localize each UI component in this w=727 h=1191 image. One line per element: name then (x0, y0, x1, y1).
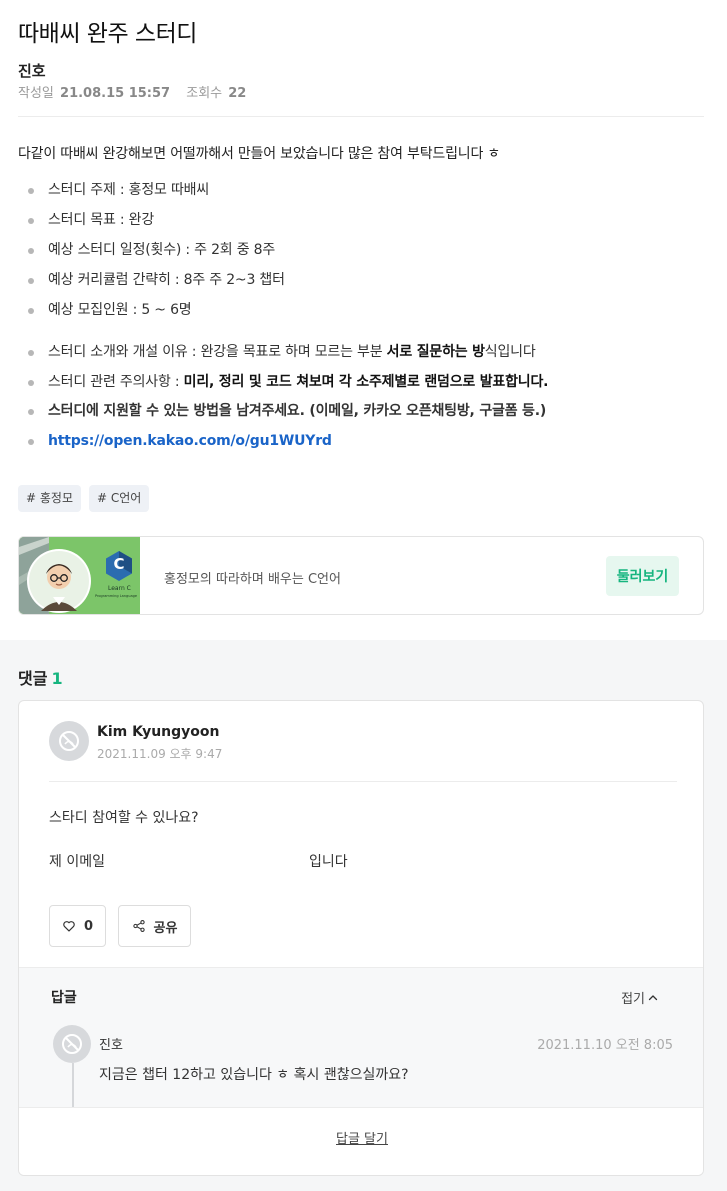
share-label: 공유 (153, 920, 178, 936)
course-thumb-logo: C (113, 555, 125, 573)
post-intro: 다같이 따배씨 완강해보면 어떨까해서 만들어 보았습니다 많은 참여 부탁드립… (18, 146, 501, 162)
commenter-avatar[interactable] (49, 721, 89, 761)
detail-curriculum: 예상 커리큘럼 간략히 : 8주 주 2~3 챕터 (28, 270, 285, 300)
fold-replies-button[interactable]: 접기 (621, 988, 659, 1007)
comments-header: 댓글 1 (18, 665, 63, 689)
reply-author[interactable]: 진호 (99, 1034, 123, 1053)
study-details-list: 스터디 주제 : 홍정모 따배씨 스터디 목표 : 완강 예상 스터디 일정(횟… (28, 180, 285, 330)
like-button[interactable]: 0 (49, 905, 106, 947)
kakao-openchat-link[interactable]: https://open.kakao.com/o/gu1WUYrd (48, 433, 332, 449)
tag-c-language[interactable]: # C언어 (89, 485, 150, 512)
reply-header: 답글 (51, 990, 77, 1006)
detail-topic: 스터디 주제 : 홍정모 따배씨 (28, 180, 285, 210)
views-value: 22 (228, 86, 247, 101)
course-title[interactable]: 홍정모의 따라하며 배우는 C언어 (164, 568, 341, 587)
notes-prefix: 스터디 관련 주의사항 : (48, 373, 184, 390)
study-extra-list: 스터디 소개와 개설 이유 : 완강을 목표로 하며 모르는 부분 서로 질문하… (28, 342, 548, 460)
default-avatar-icon (59, 731, 79, 751)
comment-card: Kim Kyungyoon 2021.11.09 오후 9:47 스타디 참여할… (18, 700, 704, 1176)
commenter-name[interactable]: Kim Kyungyoon (97, 724, 219, 740)
tag-hongjeongmo[interactable]: # 홍정모 (18, 485, 81, 512)
course-thumbnail-image (19, 537, 140, 614)
reason-suffix: 식입니다 (484, 344, 536, 360)
header-divider (18, 116, 704, 117)
detail-reason: 스터디 소개와 개설 이유 : 완강을 목표로 하며 모르는 부분 서로 질문하… (28, 342, 548, 372)
detail-goal: 스터디 목표 : 완강 (28, 210, 285, 240)
comment-text: 스타디 참여할 수 있나요? (49, 810, 199, 826)
reply-text: 지금은 챕터 12하고 있습니다 ㅎ 혹시 괜찮으실까요? (99, 1067, 409, 1083)
browse-course-button[interactable]: 둘러보기 (606, 556, 679, 596)
reply-avatar[interactable] (53, 1025, 91, 1063)
reply-thread-line (72, 1063, 74, 1108)
date-value: 21.08.15 15:57 (60, 86, 171, 101)
share-icon (132, 920, 145, 932)
detail-schedule: 예상 스터디 일정(횟수) : 주 2회 중 8주 (28, 240, 285, 270)
post-section: 따배씨 완주 스터디 진호 작성일 21.08.15 15:57 조회수 22 … (0, 0, 727, 640)
reply-footer: 답글 달기 (19, 1107, 703, 1175)
detail-members: 예상 모집인원 : 5 ~ 6명 (28, 300, 285, 330)
detail-link-item: https://open.kakao.com/o/gu1WUYrd (28, 431, 548, 461)
post-meta: 작성일 21.08.15 15:57 조회수 22 (18, 82, 246, 101)
comment-date: 2021.11.09 오후 9:47 (97, 747, 223, 761)
detail-notes: 스터디 관련 주의사항 : 미리, 정리 및 코드 쳐보며 각 소주제별로 랜덤… (28, 372, 548, 402)
share-button[interactable]: 공유 (118, 905, 191, 947)
write-reply-link[interactable]: 답글 달기 (19, 1128, 703, 1147)
default-avatar-icon (62, 1034, 82, 1054)
date-label: 작성일 (18, 86, 54, 101)
fold-label: 접기 (621, 992, 645, 1007)
post-author[interactable]: 진호 (18, 60, 46, 81)
comments-count: 1 (51, 669, 63, 688)
comments-label: 댓글 (18, 669, 48, 688)
reply-section: 답글 접기 진호 2021.11.10 오전 8:05 지금은 챕터 12하고 … (19, 967, 703, 1108)
views-label: 조회수 (186, 86, 223, 101)
notes-bold: 미리, 정리 및 코드 쳐보며 각 소주제별로 랜덤으로 발표합니다. (183, 373, 549, 390)
post-title: 따배씨 완주 스터디 (18, 21, 197, 47)
heart-icon (63, 921, 75, 932)
course-thumb-subtext: Programming Language (95, 594, 137, 598)
course-thumbnail: C Learn C Programming Language (19, 537, 140, 614)
comment-email-label: 제 이메일 (49, 854, 105, 870)
like-count: 0 (83, 918, 94, 934)
comment-divider (49, 781, 677, 782)
detail-apply: 스터디에 지원할 수 있는 방법을 남겨주세요. (이메일, 카카오 오픈채팅방… (28, 401, 548, 431)
reply-date: 2021.11.10 오전 8:05 (537, 1038, 673, 1053)
tag-list: # 홍정모 # C언어 (18, 485, 150, 512)
reason-bold: 서로 질문하는 방 (386, 344, 485, 360)
course-thumb-text: Learn C (108, 585, 131, 592)
comment-email-suffix: 입니다 (309, 854, 348, 870)
course-card[interactable]: C Learn C Programming Language 홍정모의 따라하며… (18, 536, 704, 615)
chevron-up-icon (648, 994, 658, 1000)
reason-prefix: 스터디 소개와 개설 이유 : 완강을 목표로 하며 모르는 부분 (48, 344, 387, 360)
